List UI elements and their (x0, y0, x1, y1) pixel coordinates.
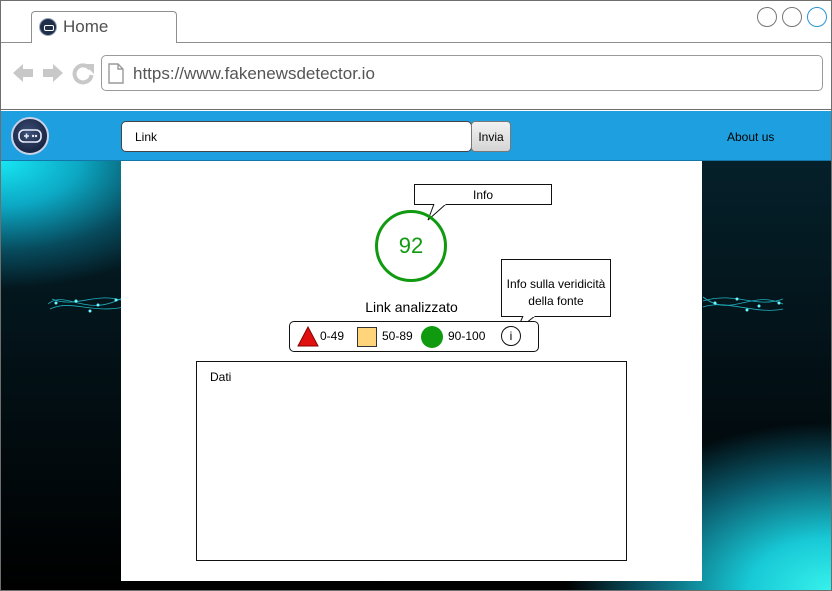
tab-strip: Home (1, 1, 831, 44)
legend-range-high: 90-100 (448, 329, 486, 343)
gamepad-logo-icon (18, 129, 42, 143)
score-legend: 0-49 50-89 90-100 i (289, 321, 539, 352)
data-panel: Dati (196, 361, 627, 561)
network-glow-left (47, 296, 125, 313)
square-medium-icon (357, 327, 377, 347)
link-input[interactable] (121, 121, 472, 152)
browser-window: Home https://www.fakenewsdetector.io Lin… (0, 0, 832, 591)
legend-range-low: 0-49 (320, 329, 345, 343)
triangle-low-icon (297, 326, 319, 347)
info-callout-text: Info (472, 188, 493, 202)
site-logo[interactable] (11, 117, 49, 155)
reload-icon[interactable] (71, 61, 95, 85)
site-navbar: Invia About us (1, 111, 831, 161)
network-glow-right (702, 296, 784, 312)
data-panel-title: Dati (210, 370, 232, 384)
content-panel: Info 92 Info sulla veridicità della font… (121, 161, 702, 581)
page-icon (108, 63, 124, 84)
back-arrow-icon[interactable] (11, 61, 35, 85)
info-callout: Info (414, 184, 552, 205)
legend-range-medium: 50-89 (382, 329, 413, 343)
address-bar[interactable]: https://www.fakenewsdetector.io (101, 55, 823, 91)
source-callout-line1: Info sulla veridicità (506, 277, 606, 291)
minimize-button[interactable] (757, 7, 777, 27)
about-us-link[interactable]: About us (727, 130, 774, 144)
circle-high-icon (421, 326, 443, 348)
info-icon[interactable]: i (501, 326, 521, 346)
tab-label: Home (63, 17, 109, 36)
tab-home[interactable]: Home (31, 11, 177, 44)
url-text: https://www.fakenewsdetector.io (133, 64, 375, 83)
send-button[interactable]: Invia (471, 121, 511, 152)
score-value: 92 (398, 233, 424, 258)
site-logo-icon (39, 18, 57, 36)
close-button[interactable] (807, 7, 827, 27)
browser-toolbar: https://www.fakenewsdetector.io (1, 43, 831, 110)
forward-arrow-icon[interactable] (41, 61, 65, 85)
analyzed-label: Link analizzato (365, 299, 458, 315)
score-gauge: 92 (375, 210, 447, 282)
maximize-button[interactable] (782, 7, 802, 27)
